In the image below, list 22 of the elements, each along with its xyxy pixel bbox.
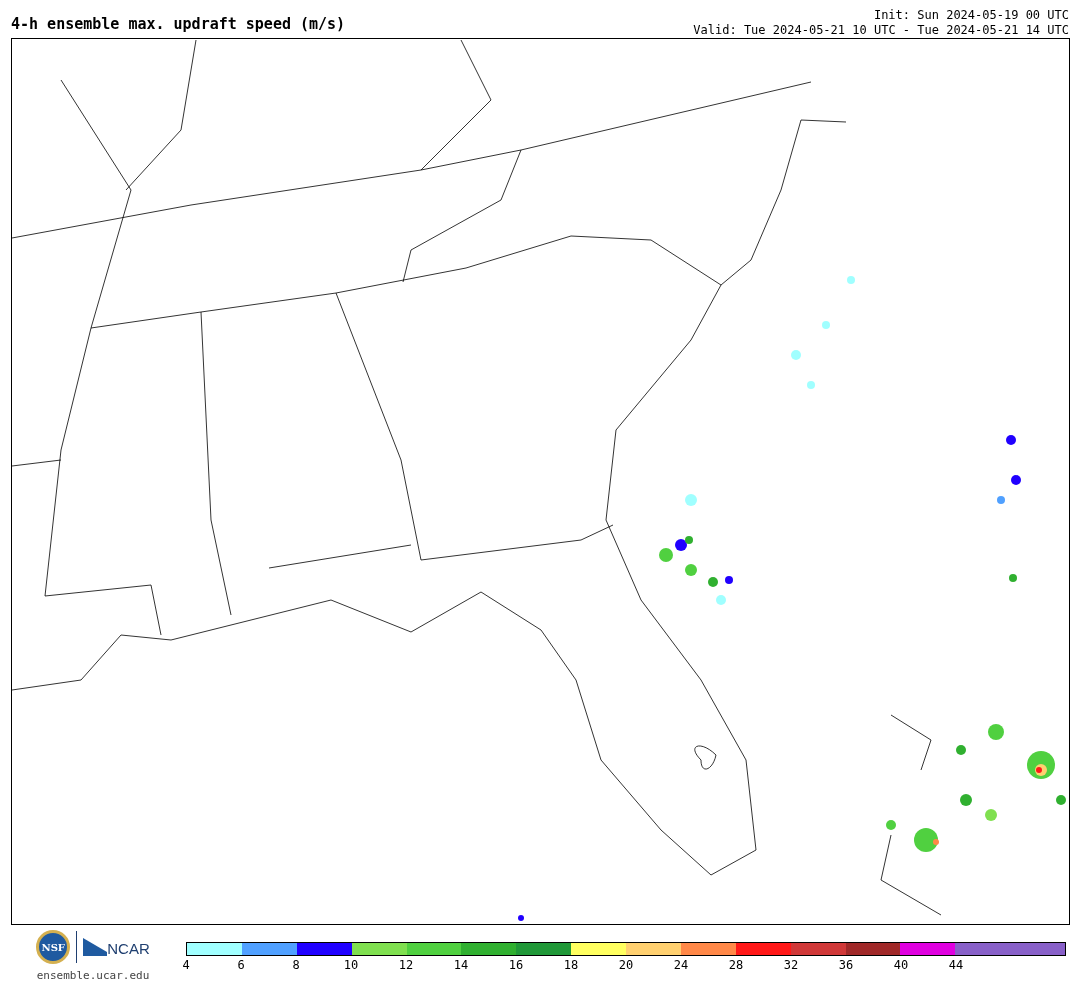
scale-tick-label: 32: [783, 957, 799, 974]
site-url: ensemble.ucar.edu: [36, 968, 150, 984]
scale-tick-label: 8: [292, 957, 300, 974]
valid-time: Valid: Tue 2024-05-21 10 UTC - Tue 2024-05-21 14 UTC: [693, 23, 1069, 38]
scale-tick-label: 10: [343, 957, 359, 974]
scale-tick-label: 40: [893, 957, 909, 974]
chart-title: 4-h ensemble max. updraft speed (m/s): [11, 17, 346, 32]
scale-tick-label: 4: [182, 957, 190, 974]
scale-tick-label: 14: [453, 957, 469, 974]
scale-tick-label: 44: [948, 957, 964, 974]
scale-tick-label: 28: [728, 957, 744, 974]
nsf-logo: NSF: [36, 930, 71, 964]
ncar-logo: NCAR: [107, 941, 150, 956]
ncar-mark-icon: [83, 938, 108, 956]
scale-tick-label: 12: [398, 957, 414, 974]
scale-tick-label: 6: [237, 957, 245, 974]
scale-tick-label: 36: [838, 957, 854, 974]
scale-tick-label: 18: [563, 957, 579, 974]
init-time: Init: Sun 2024-05-19 00 UTC: [873, 8, 1069, 23]
scale-tick-label: 20: [618, 957, 634, 974]
scale-tick-label: 16: [508, 957, 524, 974]
scale-tick-label: 24: [673, 957, 689, 974]
